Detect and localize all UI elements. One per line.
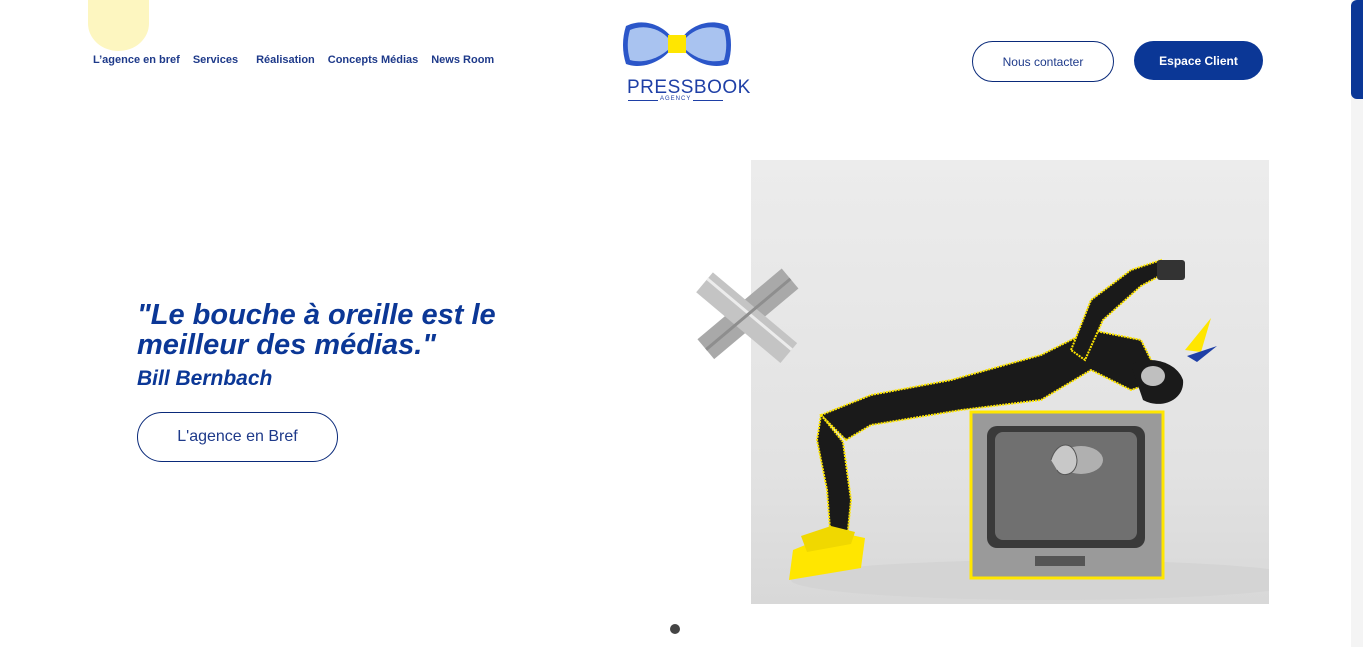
tape-x-icon: [696, 268, 799, 364]
contact-button[interactable]: Nous contacter: [972, 41, 1114, 82]
main-nav: L’agence en bref Services Réalisation Co…: [93, 54, 507, 66]
hero-author: Bill Bernbach: [137, 367, 273, 390]
decorative-yellow-circle: [88, 0, 149, 51]
hero-illustration: [789, 258, 1269, 600]
carousel-dot[interactable]: [670, 624, 680, 634]
client-space-button[interactable]: Espace Client: [1134, 41, 1263, 80]
logo-subtitle: AGENCY: [660, 96, 692, 102]
nav-item-realisation[interactable]: Réalisation: [256, 54, 315, 66]
nav-item-concepts-medias[interactable]: Concepts Médias: [328, 54, 418, 66]
hero-photo: [751, 160, 1269, 604]
agence-en-bref-button[interactable]: L'agence en Bref: [137, 412, 338, 462]
hero-quote: "Le bouche à oreille est le meilleur des…: [137, 299, 496, 361]
nav-item-services[interactable]: Services: [193, 54, 238, 66]
page-scrollbar[interactable]: [1351, 0, 1363, 647]
nav-item-agence[interactable]: L’agence en bref: [93, 54, 180, 66]
logo-divider-right: [693, 100, 723, 101]
logo-divider-left: [628, 100, 658, 101]
scrollbar-thumb[interactable]: [1351, 0, 1363, 99]
nav-item-news-room[interactable]: News Room: [431, 54, 494, 66]
